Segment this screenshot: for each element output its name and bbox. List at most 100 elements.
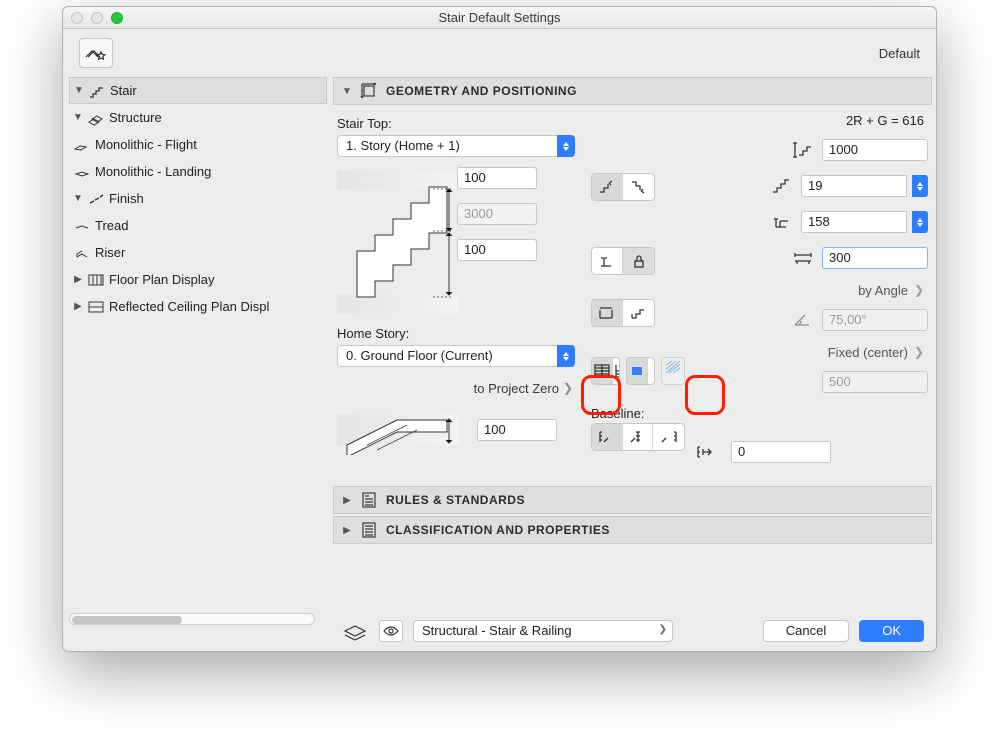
section-title: RULES & STANDARDS [386, 493, 525, 507]
angle-input: 75,00° [822, 309, 928, 331]
layer-visibility-toggle[interactable] [379, 620, 403, 642]
ok-button[interactable]: OK [859, 620, 924, 642]
zoom-icon[interactable] [111, 12, 123, 24]
segment-type-toggle[interactable] [591, 357, 620, 385]
layer-stack-icon [341, 621, 369, 641]
tree-label: Monolithic - Flight [95, 137, 197, 152]
scrollbar-thumb[interactable] [72, 616, 182, 624]
riser-count-stepper[interactable] [912, 175, 928, 197]
dropdown-arrows-icon[interactable] [557, 345, 575, 367]
favorites-button[interactable] [79, 38, 113, 68]
chevron-right-icon: ❯ [563, 381, 573, 395]
riser-linked-option[interactable] [592, 248, 623, 274]
layer-select[interactable]: Structural - Stair & Railing ❯ [413, 620, 673, 642]
story-height-input: 3000 [457, 203, 537, 225]
geometry-icon [360, 82, 378, 100]
disclosure-triangle-icon[interactable]: ▶ [342, 525, 352, 536]
going-icon [790, 247, 816, 269]
tree-label: Tread [95, 218, 128, 233]
tread-icon [73, 218, 91, 234]
horizontal-scrollbar[interactable] [69, 613, 315, 625]
stair-top-value: 1. Story (Home + 1) [337, 135, 575, 157]
going-lock-toggle[interactable] [591, 299, 655, 327]
baseline-left-option[interactable] [592, 424, 623, 450]
riser-locked-option[interactable] [623, 248, 654, 274]
baseline-position-toggle[interactable] [591, 423, 685, 451]
structure-icon [87, 110, 105, 126]
tree-item-finish[interactable]: ▼ Finish [69, 185, 327, 212]
width-mode-link[interactable]: Fixed (center) ❯ [693, 342, 928, 362]
tree-label: Floor Plan Display [109, 272, 215, 287]
tree-label: Reflected Ceiling Plan Displ [109, 299, 269, 314]
tree-item-floor-plan-display[interactable]: ▶ Floor Plan Display [69, 266, 327, 293]
popup-chevron-icon: ❯ [659, 624, 667, 635]
rules-icon [360, 491, 378, 509]
tree-label: Structure [109, 110, 162, 125]
classification-icon [360, 521, 378, 539]
tree-item-tread[interactable]: Tread [69, 212, 327, 239]
dropdown-arrows-icon[interactable] [557, 135, 575, 157]
selection-scope-label: Default [879, 46, 920, 61]
tree-item-monolithic-flight[interactable]: Monolithic - Flight [69, 131, 327, 158]
tree-label: Stair [110, 83, 137, 98]
to-project-zero-label: to Project Zero [474, 381, 559, 396]
by-angle-link[interactable]: by Angle ❯ [693, 280, 928, 300]
riser-lock-toggle[interactable] [591, 247, 655, 275]
home-story-label: Home Story: [337, 326, 409, 341]
section-header-classification[interactable]: ▶ CLASSIFICATION AND PROPERTIES [333, 516, 932, 544]
disclosure-triangle-icon[interactable]: ▼ [73, 193, 83, 204]
disclosure-triangle-icon[interactable]: ▶ [73, 274, 83, 285]
by-angle-label: by Angle [858, 283, 908, 298]
disclosure-triangle-icon[interactable]: ▼ [342, 86, 352, 97]
tree-label: Monolithic - Landing [95, 164, 211, 179]
walkline-up-option[interactable] [592, 174, 623, 200]
disclosure-triangle-icon[interactable]: ▼ [73, 112, 83, 123]
walkline-mode-toggle[interactable] [591, 173, 655, 201]
tree-label: Riser [95, 245, 125, 260]
close-icon[interactable] [71, 12, 83, 24]
cancel-button[interactable]: Cancel [763, 620, 849, 642]
rcp-icon [87, 299, 105, 315]
width-mode-label: Fixed (center) [828, 345, 908, 360]
disclosure-triangle-icon[interactable]: ▶ [342, 495, 352, 506]
walkline-down-option[interactable] [623, 174, 654, 200]
baseline-right-option[interactable] [653, 424, 684, 450]
to-project-zero-link[interactable]: to Project Zero ❯ [337, 377, 573, 399]
project-zero-input[interactable]: 100 [477, 419, 557, 441]
tree-item-stair[interactable]: ▼ Stair [69, 77, 327, 104]
section-header-geometry[interactable]: ▼ GEOMETRY AND POSITIONING [333, 77, 932, 105]
turning-landing-option[interactable] [627, 358, 648, 384]
total-height-input[interactable]: 1000 [822, 139, 928, 161]
disclosure-triangle-icon[interactable]: ▼ [74, 85, 84, 96]
disclosure-triangle-icon[interactable]: ▶ [73, 301, 83, 312]
baseline-offset-input[interactable]: 0 [731, 441, 831, 463]
stair-top-select[interactable]: 1. Story (Home + 1) [337, 135, 575, 157]
flight-icon [73, 137, 91, 153]
segment-winder-option[interactable] [613, 358, 620, 384]
layer-value: Structural - Stair & Railing [413, 620, 673, 642]
baseline-center-option[interactable] [623, 424, 654, 450]
going-locked-option[interactable] [623, 300, 654, 326]
tree-item-rcp-display[interactable]: ▶ Reflected Ceiling Plan Displ [69, 293, 327, 320]
going-free-option[interactable] [592, 300, 623, 326]
riser-count-input[interactable]: 19 [801, 175, 907, 197]
minimize-icon[interactable] [91, 12, 103, 24]
riser-height-input[interactable]: 158 [801, 211, 907, 233]
bottom-offset-input[interactable]: 100 [457, 239, 537, 261]
chevron-right-icon: ❯ [914, 283, 924, 297]
stair-icon [88, 83, 106, 99]
riser-height-stepper[interactable] [912, 211, 928, 233]
settings-tree-sidebar: ▼ Stair ▼ Structure Monolithic - Flight … [63, 77, 327, 651]
home-story-select[interactable]: 0. Ground Floor (Current) [337, 345, 575, 367]
window-controls [71, 12, 123, 24]
tree-item-structure[interactable]: ▼ Structure [69, 104, 327, 131]
tree-item-monolithic-landing[interactable]: Monolithic - Landing [69, 158, 327, 185]
top-offset-input[interactable]: 100 [457, 167, 537, 189]
section-header-rules[interactable]: ▶ RULES & STANDARDS [333, 486, 932, 514]
tree-item-riser[interactable]: Riser [69, 239, 327, 266]
segment-straight-option[interactable] [592, 358, 613, 384]
turning-type-toggle[interactable] [626, 357, 655, 385]
going-input[interactable]: 300 [822, 247, 928, 269]
stair-formula-label: 2R + G = 616 [693, 113, 924, 128]
turning-popup-icon[interactable] [648, 358, 655, 384]
